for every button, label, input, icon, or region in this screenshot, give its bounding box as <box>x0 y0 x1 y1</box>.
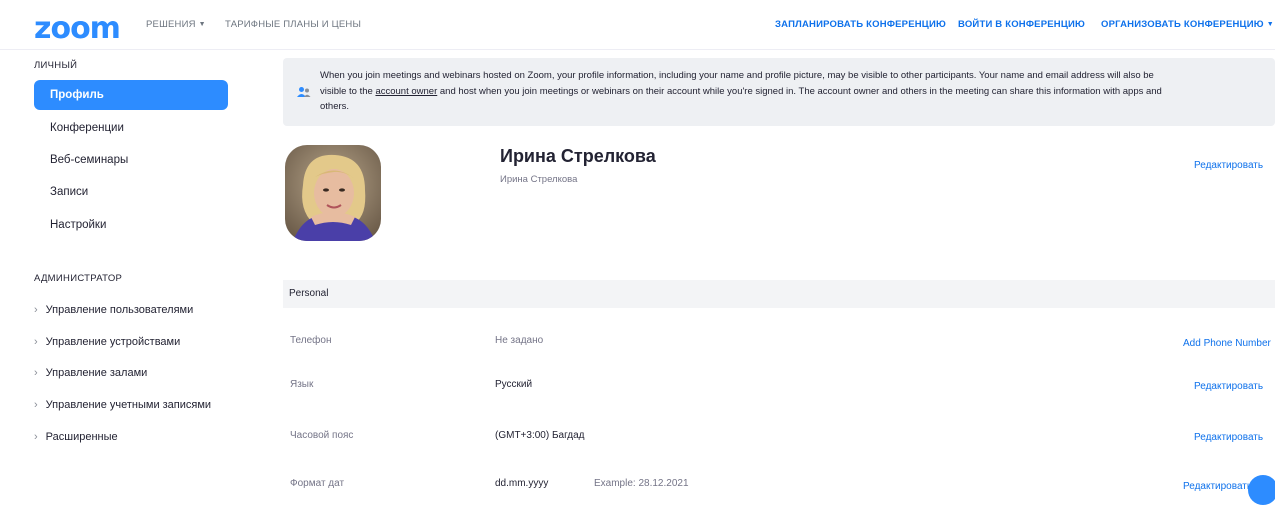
timezone-label: Часовой пояс <box>290 430 354 441</box>
nav-join-meeting[interactable]: ВОЙТИ В КОНФЕРЕНЦИЮ <box>958 19 1085 30</box>
chevron-right-icon: › <box>34 399 38 411</box>
date-format-example: Example: 28.12.2021 <box>594 478 689 489</box>
zoom-logo[interactable]: zoom <box>34 11 121 46</box>
account-owner-link[interactable]: account owner <box>375 86 437 97</box>
top-navbar: zoom РЕШЕНИЯ ▼ ТАРИФНЫЕ ПЛАНЫ И ЦЕНЫ ЗАПЛ… <box>0 0 1275 50</box>
date-format-value: dd.mm.yyyy <box>495 478 549 489</box>
help-chat-button[interactable] <box>1248 475 1275 505</box>
sidebar-item-profile[interactable]: Профиль <box>34 80 228 110</box>
sidebar-personal-title: ЛИЧНЫЙ <box>34 60 78 71</box>
edit-date-format-button[interactable]: Редактировать <box>1183 481 1252 492</box>
profile-name: Ирина Стрелкова <box>500 146 656 166</box>
phone-value: Не задано <box>495 335 544 346</box>
phone-label: Телефон <box>290 335 332 346</box>
chevron-right-icon: › <box>34 431 38 443</box>
edit-timezone-button[interactable]: Редактировать <box>1194 432 1263 443</box>
sidebar-item-advanced[interactable]: › Расширенные <box>34 431 118 443</box>
chevron-right-icon: › <box>34 367 38 379</box>
chevron-right-icon: › <box>34 336 38 348</box>
chevron-right-icon: › <box>34 304 38 316</box>
language-value: Русский <box>495 379 533 390</box>
notice-text: When you join meetings and webinars host… <box>320 70 1162 112</box>
sidebar-item-user-management[interactable]: › Управление пользователями <box>34 304 193 316</box>
sidebar-item-account-management[interactable]: › Управление учетными записями <box>34 399 211 411</box>
sidebar-item-recordings[interactable]: Записи <box>34 177 228 207</box>
nav-solutions[interactable]: РЕШЕНИЯ ▼ <box>146 19 206 30</box>
add-phone-number-button[interactable]: Add Phone Number <box>1183 338 1271 349</box>
sidebar-admin-title: АДМИНИСТРАТОР <box>34 273 123 284</box>
personal-section-header: Personal <box>283 280 1275 308</box>
profile-visibility-notice: When you join meetings and webinars host… <box>283 58 1275 126</box>
nav-schedule-meeting[interactable]: ЗАПЛАНИРОВАТЬ КОНФЕРЕНЦИЮ <box>775 19 946 30</box>
sidebar-item-webinars[interactable]: Веб-семинары <box>34 145 228 175</box>
profile-display-name: Ирина Стрелкова <box>500 174 578 185</box>
chevron-down-icon: ▼ <box>1266 21 1274 28</box>
nav-plans-pricing[interactable]: ТАРИФНЫЕ ПЛАНЫ И ЦЕНЫ <box>225 19 361 30</box>
edit-profile-button[interactable]: Редактировать <box>1194 160 1263 171</box>
sidebar-item-device-management[interactable]: › Управление устройствами <box>34 336 180 348</box>
sidebar-item-room-management[interactable]: › Управление залами <box>34 367 147 379</box>
sidebar-item-settings[interactable]: Настройки <box>34 210 228 240</box>
date-format-label: Формат дат <box>290 478 345 489</box>
users-icon <box>297 85 311 103</box>
chevron-down-icon: ▼ <box>198 21 206 28</box>
language-label: Язык <box>290 379 314 390</box>
edit-language-button[interactable]: Редактировать <box>1194 381 1263 392</box>
nav-host-meeting[interactable]: ОРГАНИЗОВАТЬ КОНФЕРЕНЦИЮ ▼ <box>1101 19 1274 30</box>
sidebar-item-meetings[interactable]: Конференции <box>34 113 228 143</box>
profile-avatar[interactable] <box>285 145 381 241</box>
timezone-value: (GMT+3:00) Багдад <box>495 430 585 441</box>
